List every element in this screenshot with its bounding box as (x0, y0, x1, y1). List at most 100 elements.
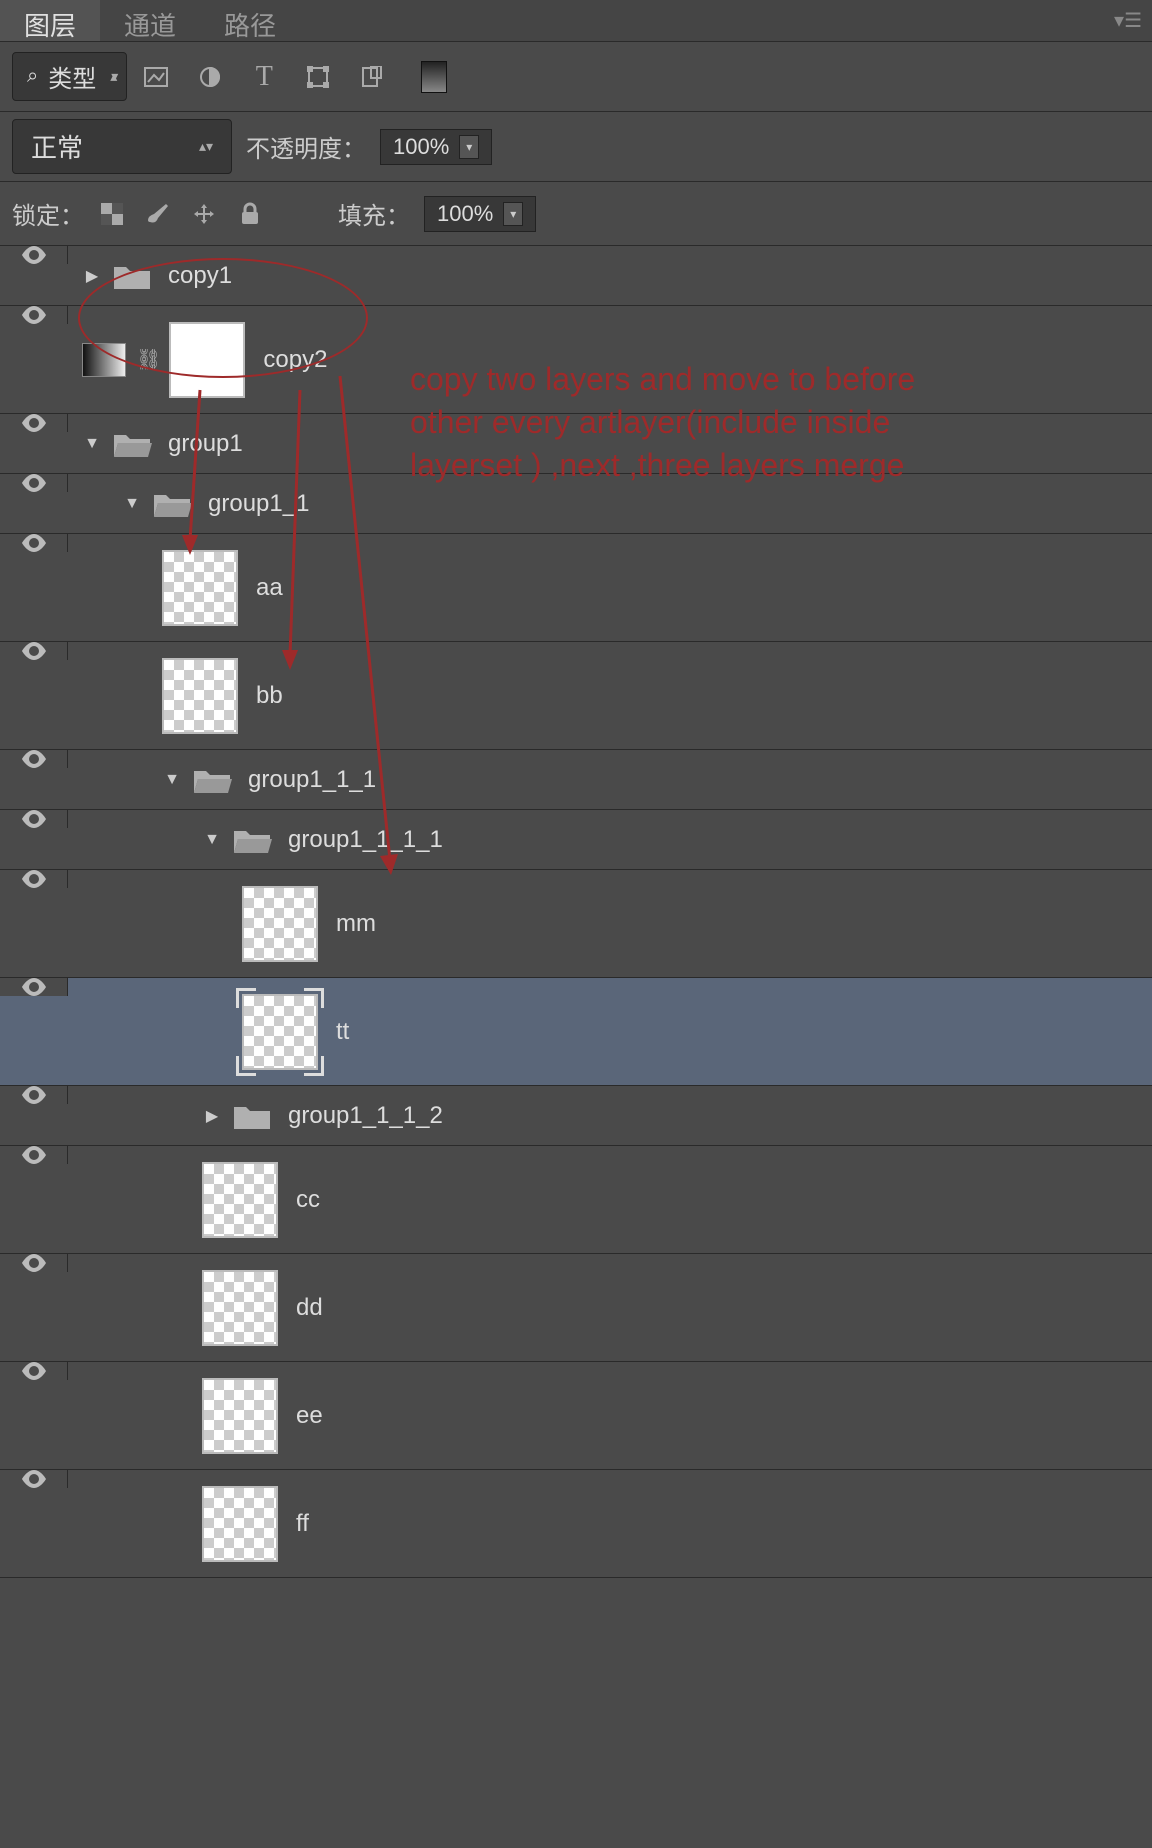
folder-icon (110, 259, 154, 293)
visibility-toggle[interactable] (21, 306, 47, 324)
visibility-toggle[interactable] (21, 1254, 47, 1272)
mask-link-icon[interactable]: ⛓ (136, 347, 161, 372)
lock-transparent-icon[interactable] (98, 200, 126, 228)
disclosure-right-icon[interactable]: ▶ (202, 1106, 222, 1126)
visibility-toggle[interactable] (21, 870, 47, 888)
fill-label: 填充： (338, 196, 410, 231)
layer-name[interactable]: group1_1_1 (248, 766, 376, 794)
opacity-label: 不透明度： (246, 129, 366, 164)
visibility-toggle[interactable] (21, 642, 47, 660)
layer-group-group1[interactable]: ▼ group1 (0, 414, 1152, 474)
mask-thumbnail[interactable] (169, 322, 245, 398)
smartobject-filter-icon[interactable] (357, 62, 387, 92)
layer-tt[interactable]: tt (0, 978, 1152, 1086)
layer-name[interactable]: mm (336, 910, 376, 938)
visibility-toggle[interactable] (21, 1470, 47, 1488)
layer-name[interactable]: group1_1_1_2 (288, 1102, 443, 1130)
adjustment-filter-icon[interactable] (195, 62, 225, 92)
lock-brush-icon[interactable] (144, 200, 172, 228)
disclosure-down-icon[interactable]: ▼ (162, 770, 182, 790)
layer-thumbnail[interactable] (202, 1378, 278, 1454)
disclosure-down-icon[interactable]: ▼ (202, 830, 222, 850)
shape-filter-icon[interactable] (303, 62, 333, 92)
visibility-toggle[interactable] (21, 1146, 47, 1164)
up-down-icon: ▴▾ (199, 138, 213, 155)
layer-name[interactable]: ff (296, 1510, 309, 1538)
layer-name[interactable]: group1_1_1_1 (288, 826, 443, 854)
tab-layers[interactable]: 图层 (0, 0, 100, 41)
visibility-toggle[interactable] (21, 1086, 47, 1104)
filter-row: ⌕ 类型 ▴▾ T (0, 42, 1152, 112)
layer-thumbnail[interactable] (162, 658, 238, 734)
disclosure-right-icon[interactable]: ▶ (82, 266, 102, 286)
folder-open-icon (230, 823, 274, 857)
filter-kind-select[interactable]: ⌕ 类型 ▴▾ (12, 52, 127, 101)
visibility-toggle[interactable] (21, 414, 47, 432)
visibility-toggle[interactable] (21, 1362, 47, 1380)
blend-mode-select[interactable]: 正常 ▴▾ (12, 119, 232, 174)
layer-group-group1-1-1-2[interactable]: ▶ group1_1_1_2 (0, 1086, 1152, 1146)
layer-ee[interactable]: ee (0, 1362, 1152, 1470)
folder-open-icon (110, 427, 154, 461)
panel-menu-icon[interactable]: ▾☰ (1114, 8, 1142, 33)
layer-thumbnail[interactable] (202, 1270, 278, 1346)
layer-group-group1-1[interactable]: ▼ group1_1 (0, 474, 1152, 534)
layer-name[interactable]: bb (256, 682, 283, 710)
layer-mm[interactable]: mm (0, 870, 1152, 978)
type-filter-icon[interactable]: T (249, 62, 279, 92)
lock-icons (98, 200, 264, 228)
fill-value: 100% (437, 201, 493, 227)
visibility-toggle[interactable] (21, 534, 47, 552)
disclosure-down-icon[interactable]: ▼ (122, 494, 142, 514)
layer-group-copy1[interactable]: ▶ copy1 (0, 246, 1152, 306)
fill-input[interactable]: 100% ▾ (424, 196, 536, 232)
layer-bb[interactable]: bb (0, 642, 1152, 750)
disclosure-down-icon[interactable]: ▼ (82, 434, 102, 454)
blend-mode-label: 正常 (31, 128, 83, 165)
layers-list: ▶ copy1 ⛓ copy2 ▼ group1 ▼ group1_1 (0, 246, 1152, 1578)
opacity-value: 100% (393, 134, 449, 160)
layer-thumbnail[interactable] (162, 550, 238, 626)
filter-icons: T (141, 62, 387, 92)
layer-name[interactable]: copy1 (168, 262, 232, 290)
visibility-toggle[interactable] (21, 810, 47, 828)
layer-group-group1-1-1[interactable]: ▼ group1_1_1 (0, 750, 1152, 810)
lock-row: 锁定： 填充： 100% ▾ (0, 182, 1152, 246)
layer-dd[interactable]: dd (0, 1254, 1152, 1362)
layer-thumbnail[interactable] (242, 994, 318, 1070)
layer-name[interactable]: copy2 (263, 346, 327, 374)
layer-name[interactable]: ee (296, 1402, 323, 1430)
layer-name[interactable]: cc (296, 1186, 320, 1214)
visibility-toggle[interactable] (21, 750, 47, 768)
pixel-filter-icon[interactable] (141, 62, 171, 92)
visibility-toggle[interactable] (21, 474, 47, 492)
layer-cc[interactable]: cc (0, 1146, 1152, 1254)
chevron-down-icon[interactable]: ▾ (459, 135, 479, 159)
folder-open-icon (190, 763, 234, 797)
layer-thumbnail[interactable] (202, 1486, 278, 1562)
layer-copy2[interactable]: ⛓ copy2 (0, 306, 1152, 414)
opacity-input[interactable]: 100% ▾ (380, 129, 492, 165)
folder-icon (230, 1099, 274, 1133)
folder-open-icon (150, 487, 194, 521)
lock-all-icon[interactable] (236, 200, 264, 228)
tab-paths[interactable]: 路径 (200, 0, 300, 41)
tab-channels[interactable]: 通道 (100, 0, 200, 41)
lock-move-icon[interactable] (190, 200, 218, 228)
layer-thumbnail[interactable] (242, 886, 318, 962)
layer-name[interactable]: tt (336, 1018, 349, 1046)
layer-group-group1-1-1-1[interactable]: ▼ group1_1_1_1 (0, 810, 1152, 870)
visibility-toggle[interactable] (21, 246, 47, 264)
search-icon: ⌕ (27, 65, 38, 88)
panel-tab-bar: 图层 通道 路径 ▾☰ (0, 0, 1152, 42)
layer-name[interactable]: dd (296, 1294, 323, 1322)
chevron-down-icon[interactable]: ▾ (503, 202, 523, 226)
layer-thumbnail[interactable] (202, 1162, 278, 1238)
visibility-toggle[interactable] (21, 978, 47, 996)
layer-name[interactable]: group1_1 (208, 490, 309, 518)
layer-name[interactable]: aa (256, 574, 283, 602)
layer-aa[interactable]: aa (0, 534, 1152, 642)
layer-ff[interactable]: ff (0, 1470, 1152, 1578)
filter-toggle[interactable] (421, 61, 447, 93)
layer-name[interactable]: group1 (168, 430, 243, 458)
